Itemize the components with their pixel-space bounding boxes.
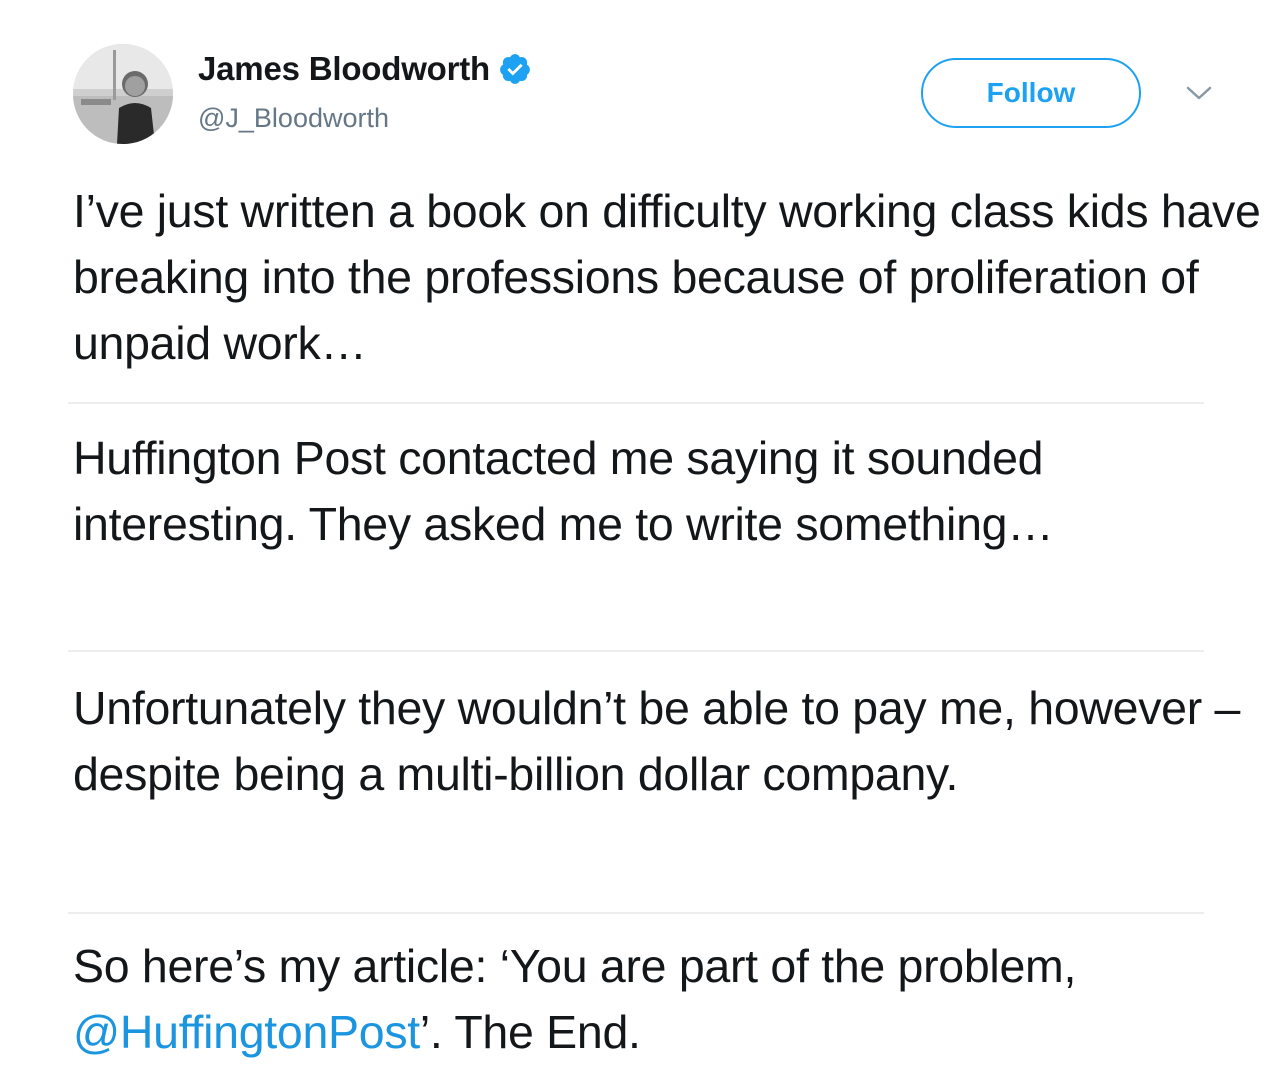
tweet-paragraph: Huffington Post contacted me saying it s…: [73, 432, 1054, 550]
author-name-row: James Bloodworth: [198, 50, 532, 88]
tweet-card: James Bloodworth @J_Bloodworth Follow I’…: [0, 0, 1280, 1088]
divider: [68, 650, 1204, 652]
divider: [68, 912, 1204, 914]
final-text-after: ’. The End.: [419, 1006, 641, 1058]
follow-button[interactable]: Follow: [921, 58, 1141, 128]
tweet-paragraph: I’ve just written a book on difficulty w…: [73, 185, 1261, 369]
profile-photo-icon: [73, 44, 173, 144]
verified-badge-icon: [498, 52, 532, 86]
author-display-name[interactable]: James Bloodworth: [198, 50, 490, 88]
final-text-before: So here’s my article: ‘You are part of t…: [73, 940, 1077, 992]
avatar[interactable]: [73, 44, 173, 144]
mention-link[interactable]: @HuffingtonPost: [73, 1006, 420, 1058]
tweet-paragraph: Unfortunately they wouldn’t be able to p…: [73, 682, 1241, 800]
divider: [68, 402, 1204, 404]
tweet-paragraph-final: So here’s my article: ‘You are part of t…: [73, 933, 1263, 1065]
author-handle[interactable]: @J_Bloodworth: [198, 103, 389, 134]
chevron-down-icon[interactable]: [1184, 82, 1214, 104]
